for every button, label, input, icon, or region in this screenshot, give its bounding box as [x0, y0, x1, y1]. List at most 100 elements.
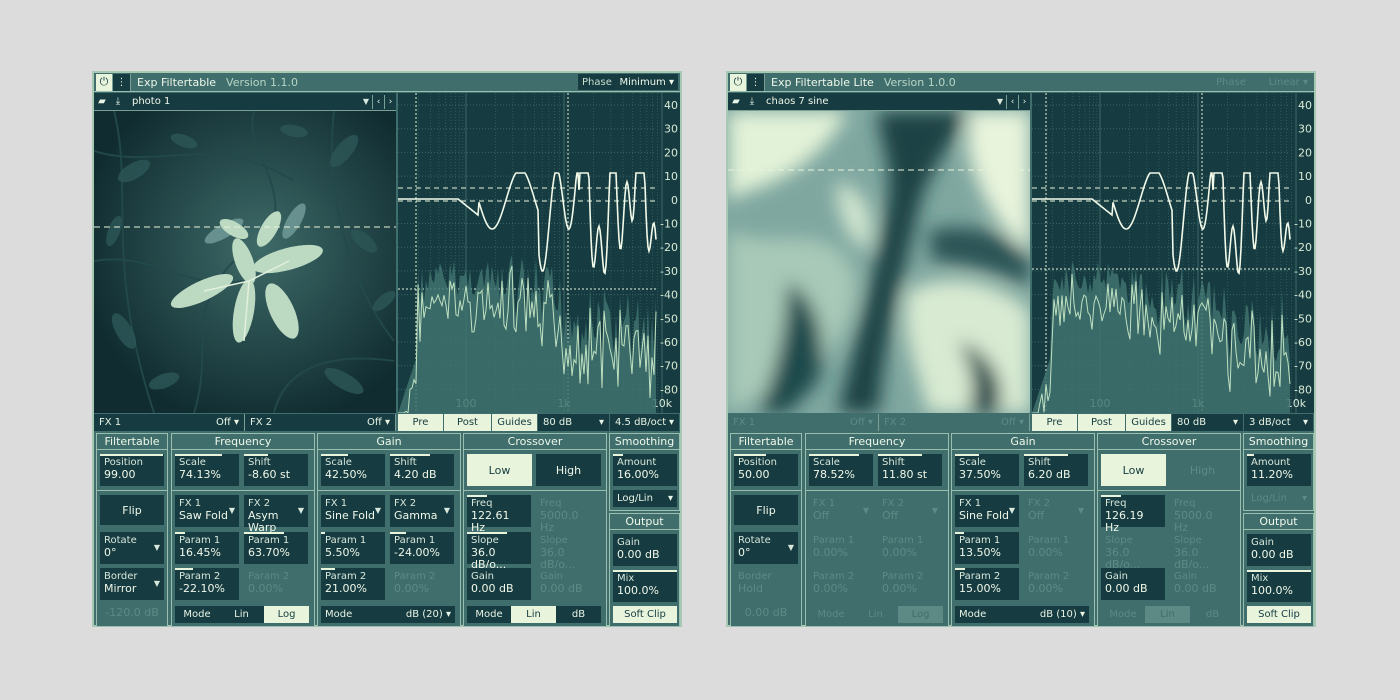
gain-fx1-param2[interactable]: Param 2 15.00% — [955, 568, 1019, 600]
freq-shift-knob[interactable]: Shift 11.80 st — [878, 454, 942, 486]
position-value: 99.00 — [104, 468, 136, 481]
power-icon[interactable]: ⏻ — [730, 73, 747, 91]
power-icon[interactable]: ⏻ — [96, 73, 113, 91]
freq-fx1-select[interactable]: FX 1 Saw Fold ▼ — [175, 495, 239, 527]
freq-fx2-param1[interactable]: Param 1 63.70% — [244, 532, 308, 564]
range-select[interactable]: 80 dB ▾ — [538, 414, 610, 431]
output-mix-knob[interactable]: Mix 100.0% — [613, 570, 677, 602]
gain-fx1-param1[interactable]: Param 1 5.50% — [321, 532, 385, 564]
folder-icon[interactable]: ▰ — [728, 96, 744, 107]
post-toggle[interactable]: Post — [444, 414, 492, 431]
output-gain-knob[interactable]: Gain 0.00 dB — [1247, 534, 1311, 566]
gain-fx2-select[interactable]: FX 2 Gamma ▼ — [390, 495, 454, 527]
freq-lin-toggle[interactable]: Lin — [219, 606, 264, 623]
pre-toggle[interactable]: Pre — [1032, 414, 1078, 431]
smoothing-amount-knob[interactable]: Amount 11.20% — [1247, 454, 1311, 486]
gain-fx1-param2[interactable]: Param 2 21.00% — [321, 568, 385, 600]
crossover-freq-knob[interactable]: Freq 126.19 Hz — [1101, 495, 1165, 534]
crossover-db-toggle[interactable]: dB — [556, 606, 601, 623]
fx1-select[interactable]: FX 1 Off ▾ — [94, 414, 245, 431]
gain-scale-knob[interactable]: Scale 42.50% — [321, 454, 385, 486]
gain-fx2-param1[interactable]: Param 1 -24.00% — [390, 532, 454, 564]
plugin-window-exp-filtertable-lite: ⏻ ⋮ Exp Filtertable Lite Version 1.0.0 P… — [726, 71, 1316, 627]
crossover-gain-knob[interactable]: Gain 0.00 dB — [467, 568, 531, 600]
post-toggle[interactable]: Post — [1078, 414, 1126, 431]
fx2-select[interactable]: FX 2 Off ▾ — [245, 414, 396, 431]
gain-scale-knob[interactable]: Scale 37.50% — [955, 454, 1019, 486]
gain-shift-knob[interactable]: Shift 6.20 dB — [1024, 454, 1088, 486]
crossover-low-button[interactable]: Low — [467, 454, 532, 486]
filter-image-chaos[interactable] — [728, 111, 1030, 413]
freq-scale-knob[interactable]: Scale 78.52% — [809, 454, 873, 486]
gain-fx1-param1[interactable]: Param 1 13.50% — [955, 532, 1019, 564]
phase-value: Minimum ▾ — [619, 76, 674, 88]
gain-fx2-param2: Param 2 0.00% — [1024, 568, 1088, 600]
gain-shift-knob[interactable]: Shift 4.20 dB — [390, 454, 454, 486]
phase-select[interactable]: Phase Minimum ▾ — [578, 74, 678, 90]
filter-image-photo[interactable] — [94, 111, 396, 413]
gain-mode-select[interactable]: Mode dB (20) ▾ — [321, 606, 455, 623]
slope-select[interactable]: 4.5 dB/oct ▾ — [610, 414, 680, 431]
position-knob[interactable]: Position 99.00 — [100, 454, 164, 486]
download-icon[interactable]: ⤓ — [744, 96, 760, 107]
fx-bar: FX 1 Off ▾ FX 2 Off ▾ — [728, 414, 1030, 431]
frequency-response-graph[interactable]: 403020100-10-20-30-40-50-60-70-801001k10… — [398, 93, 680, 413]
crossover-low-button[interactable]: Low — [1101, 454, 1166, 486]
chevron-right-icon[interactable]: › — [384, 94, 396, 109]
output-mix-knob[interactable]: Mix 100.0% — [1247, 570, 1311, 602]
pre-toggle[interactable]: Pre — [398, 414, 444, 431]
crossover-lin-toggle[interactable]: Lin — [511, 606, 556, 623]
loglin-select[interactable]: Log/Lin ▾ — [613, 490, 677, 507]
crossover-panel: Crossover Low High Freq 126.19 Hz Freq 500… — [1097, 433, 1241, 627]
gain-title: Gain — [952, 434, 1094, 450]
phase-value: Linear ▾ — [1268, 76, 1308, 88]
download-icon[interactable]: ⤓ — [110, 96, 126, 107]
chevron-left-icon[interactable]: ‹ — [372, 94, 384, 109]
smoothing-amount-knob[interactable]: Amount 16.00% — [613, 454, 677, 486]
chevron-left-icon[interactable]: ‹ — [1006, 94, 1018, 109]
output-gain-knob[interactable]: Gain 0.00 dB — [613, 534, 677, 566]
flip-button[interactable]: Flip — [100, 495, 164, 525]
crossover-gain-value: 0.00 dB — [471, 582, 514, 595]
crossover-freq-knob[interactable]: Freq 122.61 Hz — [467, 495, 531, 534]
caret-down-icon: ▼ — [374, 506, 381, 515]
freq-log-toggle[interactable]: Log — [264, 606, 309, 623]
crossover-high-button[interactable]: High — [536, 454, 601, 486]
freq-shift-knob[interactable]: Shift -8.60 st — [244, 454, 308, 486]
rotate-select[interactable]: Rotate 0° ▼ — [100, 532, 164, 564]
border-select[interactable]: Border Mirror ▼ — [100, 568, 164, 600]
gain-fx2-param2-value: 0.00% — [394, 582, 429, 595]
position-knob[interactable]: Position 50.00 — [734, 454, 798, 486]
photo-leaves-image — [94, 111, 396, 413]
caret-down-icon[interactable]: ▼ — [360, 97, 372, 106]
range-select[interactable]: 80 dB ▾ — [1172, 414, 1244, 431]
flip-button[interactable]: Flip — [734, 495, 798, 525]
chevron-right-icon[interactable]: › — [1018, 94, 1030, 109]
crossover-gain-knob[interactable]: Gain 0.00 dB — [1101, 568, 1165, 600]
gain-fx1-select[interactable]: FX 1 Sine Fold ▼ — [955, 495, 1019, 527]
freq-fx1-param2[interactable]: Param 2 -22.10% — [175, 568, 239, 600]
caret-down-icon[interactable]: ▼ — [994, 97, 1006, 106]
softclip-toggle[interactable]: Soft Clip — [1247, 606, 1311, 623]
freq-fx1-param1[interactable]: Param 1 16.45% — [175, 532, 239, 564]
preset-name[interactable]: photo 1 — [132, 96, 360, 107]
slope-select[interactable]: 3 dB/oct ▾ — [1244, 414, 1314, 431]
menu-dots-icon[interactable]: ⋮ — [747, 73, 765, 91]
crossover-slope-knob[interactable]: Slope 36.0 dB/o... — [467, 532, 531, 571]
folder-icon[interactable]: ▰ — [94, 96, 110, 107]
response-plot: 403020100-10-20-30-40-50-60-70-801001k10… — [1032, 93, 1312, 413]
softclip-toggle[interactable]: Soft Clip — [613, 606, 677, 623]
guides-toggle[interactable]: Guides — [1126, 414, 1172, 431]
frequency-response-graph[interactable]: 403020100-10-20-30-40-50-60-70-801001k10… — [1032, 93, 1314, 413]
freq-fx2-select[interactable]: FX 2 Asym Warp ▼ — [244, 495, 308, 534]
frequency-title: Frequency — [806, 434, 948, 450]
filtertable-title: Filtertable — [97, 434, 167, 450]
freq-scale-knob[interactable]: Scale 74.13% — [175, 454, 239, 486]
gain-fx1-select[interactable]: FX 1 Sine Fold ▼ — [321, 495, 385, 527]
rotate-select[interactable]: Rotate 0° ▼ — [734, 532, 798, 564]
menu-dots-icon[interactable]: ⋮ — [113, 73, 131, 91]
gain-mode-select[interactable]: Mode dB (10) ▾ — [955, 606, 1089, 623]
guides-toggle[interactable]: Guides — [492, 414, 538, 431]
preset-name[interactable]: chaos 7 sine — [766, 96, 994, 107]
output-gain-value: 0.00 dB — [617, 548, 660, 561]
